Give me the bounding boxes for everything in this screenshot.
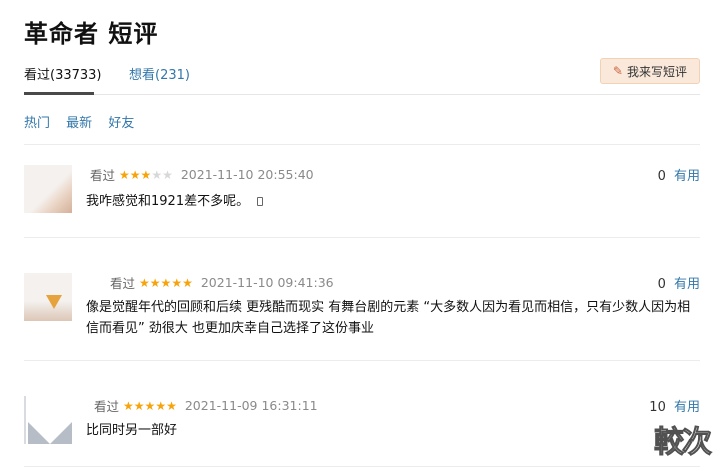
comment-text: 像是觉醒年代的回顾和后续 更残酷而现实 有舞台剧的元素 “大多数人因为看见而相信…	[86, 300, 691, 336]
sort-latest[interactable]: 最新	[66, 116, 92, 131]
useful-vote: 10 有用	[649, 396, 700, 415]
divider	[24, 237, 700, 238]
write-review-button[interactable]: ✎ 我来写短评	[599, 58, 700, 84]
rating-stars: ★ ★ ★ ★ ★	[123, 400, 177, 412]
comment-text: 我咋感觉和1921差不多呢。	[86, 191, 580, 212]
comment-meta: 看过 ★ ★ ★ ★ ★ 2021-11-10 09:41:36	[106, 273, 334, 292]
watch-status: 看过	[94, 399, 120, 414]
useful-vote: 0 有用	[658, 273, 700, 292]
star-filled-icon: ★	[139, 275, 150, 290]
review-tabs: 看过(33733) 想看(231) ✎ 我来写短评	[24, 58, 700, 95]
mobile-phone-icon	[257, 197, 264, 206]
avatar[interactable]	[24, 165, 72, 213]
comment-time: 2021-11-10 20:55:40	[180, 167, 314, 182]
tab-watched[interactable]: 看过(33733)	[24, 64, 102, 83]
rating-stars: ★ ★ ★ ★ ★	[119, 169, 173, 181]
sort-options: 热门 最新 好友	[24, 112, 146, 131]
sort-hot[interactable]: 热门	[24, 116, 50, 131]
avatar[interactable]	[24, 273, 72, 321]
comment-meta: 看过 ★ ★ ★ ★ ★ 2021-11-09 16:31:11	[90, 396, 318, 415]
star-filled-icon: ★	[129, 167, 141, 182]
star-filled-icon: ★	[182, 275, 193, 290]
comment-text: 比同时另一部好	[86, 423, 178, 438]
active-tab-indicator	[24, 92, 94, 95]
star-filled-icon: ★	[123, 398, 134, 413]
watermark: 較次	[654, 425, 713, 461]
star-filled-icon: ★	[155, 398, 167, 413]
star-filled-icon: ★	[171, 275, 183, 290]
comment-time: 2021-11-10 09:41:36	[200, 275, 334, 290]
useful-count: 10	[649, 400, 666, 415]
avatar[interactable]	[24, 396, 72, 444]
rating-stars: ★ ★ ★ ★ ★	[139, 277, 193, 289]
useful-button[interactable]: 有用	[674, 400, 700, 415]
star-filled-icon: ★	[144, 398, 156, 413]
star-filled-icon: ★	[140, 167, 152, 182]
useful-vote: 0 有用	[658, 165, 700, 184]
star-filled-icon: ★	[166, 398, 177, 413]
comment-content: 我咋感觉和1921差不多呢。	[86, 194, 250, 209]
short-reviews-page: 革命者 短评 看过(33733) 想看(231) ✎ 我来写短评 热门 最新 好…	[0, 0, 724, 473]
divider	[24, 144, 700, 145]
star-empty-icon: ★	[151, 167, 163, 182]
useful-button[interactable]: 有用	[674, 169, 700, 184]
watch-status: 看过	[110, 276, 136, 291]
useful-button[interactable]: 有用	[674, 277, 700, 292]
comment-meta: 看过 ★ ★ ★ ★ ★ 2021-11-10 20:55:40	[86, 165, 314, 184]
watch-status: 看过	[90, 168, 116, 183]
star-filled-icon: ★	[133, 398, 145, 413]
tab-want-to-watch[interactable]: 想看(231)	[129, 64, 190, 83]
comment-item: 看过 ★ ★ ★ ★ ★ 2021-11-10 20:55:40 0 有用 我咋感觉和1…	[24, 165, 700, 235]
star-filled-icon: ★	[119, 167, 130, 182]
divider	[24, 360, 700, 361]
star-empty-icon: ★	[162, 167, 173, 182]
write-review-label: 我来写短评	[626, 64, 687, 79]
star-filled-icon: ★	[160, 275, 172, 290]
pencil-icon: ✎	[612, 64, 623, 78]
useful-count: 0	[657, 277, 666, 292]
sort-friends[interactable]: 好友	[108, 116, 134, 131]
star-filled-icon: ★	[149, 275, 161, 290]
page-title: 革命者 短评	[24, 20, 159, 48]
divider	[24, 466, 700, 467]
comment-item: 看过 ★ ★ ★ ★ ★ 2021-11-09 16:31:11 10 有用 比同时另一…	[24, 396, 700, 456]
comment-item: 看过 ★ ★ ★ ★ ★ 2021-11-10 09:41:36 0 有用 像是觉醒年代…	[24, 273, 700, 343]
useful-count: 0	[657, 169, 666, 184]
comment-time: 2021-11-09 16:31:11	[184, 398, 318, 413]
